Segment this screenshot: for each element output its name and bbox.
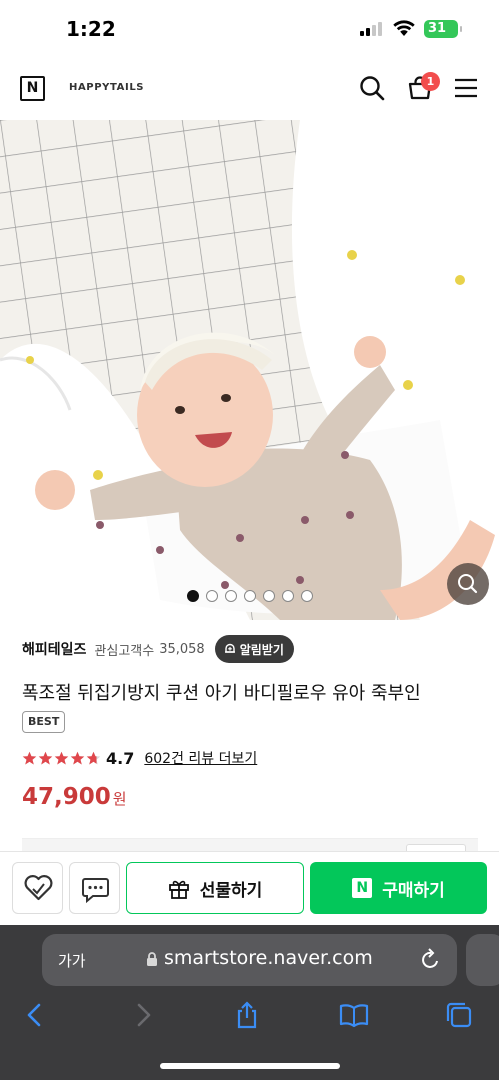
battery-tip [460,26,462,32]
star-icon [54,751,69,764]
rating-value: 4.7 [106,748,135,768]
menu-icon[interactable] [452,74,480,102]
notify-label: 알림받기 [239,642,284,657]
action-bar: 선물하기 N 구매하기 [0,851,499,925]
status-bar: 1:22 31 [0,0,499,60]
naver-logo[interactable]: N [20,76,45,101]
brand-name[interactable]: 해피테일즈 [22,639,86,659]
gift-button[interactable]: 선물하기 [126,862,304,914]
search-icon[interactable] [358,74,386,102]
buy-label: 구매하기 [382,880,445,901]
buy-button[interactable]: N 구매하기 [310,862,487,914]
tabs-icon[interactable] [444,1000,474,1030]
interest-count: 35,058 [159,641,205,657]
talktalk-button[interactable] [69,862,120,914]
naver-pay-logo: N [352,878,373,898]
price: 47,900 [22,784,111,810]
best-badge: BEST [22,711,66,733]
bookmarks-icon[interactable] [339,1000,369,1030]
wifi-icon [393,20,415,36]
chat-icon [82,878,109,904]
star-icon [70,751,85,764]
battery-indicator: 31 [424,20,458,38]
price-unit: 원 [112,790,127,808]
rating-stars [22,751,101,766]
carousel-dot[interactable] [263,590,275,602]
star-icon [38,751,53,764]
gift-icon [168,880,189,899]
rating-row: 4.7 602건 리뷰 더보기 [22,746,257,770]
browser-toolbar: 가가 smartstore.naver.com [0,925,499,1080]
address-bar[interactable]: 가가 smartstore.naver.com [42,934,457,986]
brand-row: 해피테일즈 관심고객수 35,058 알림받기 [22,634,294,664]
product-title: 폭조절 뒤집기방지 쿠션 아기 바디필로우 유아 죽부인 [22,683,421,704]
status-time: 1:22 [66,17,116,41]
next-tab-preview[interactable] [466,934,499,986]
carousel-dot[interactable] [244,590,256,602]
carousel-dot[interactable] [225,590,237,602]
notify-button[interactable]: 알림받기 [214,635,294,663]
heart-check-icon [24,875,53,901]
wishlist-button[interactable] [12,862,63,914]
baby-photo-illustration [0,120,499,620]
reload-icon[interactable] [420,947,442,971]
carousel-dot[interactable] [282,590,294,602]
home-indicator [160,1063,340,1069]
carousel-dots[interactable] [187,590,313,602]
forward-icon[interactable] [128,1000,158,1030]
carousel-dot[interactable] [187,590,199,602]
star-icon [86,751,101,764]
product-image[interactable] [0,120,499,620]
cart-count-badge: 1 [421,72,440,91]
battery-level: 31 [428,21,447,36]
carousel-dot[interactable] [301,590,313,602]
bell-plus-icon [224,643,235,653]
store-name[interactable]: HAPPYTAILS [69,82,144,93]
zoom-icon[interactable] [447,563,489,605]
star-icon [22,751,37,764]
price-row: 47,900 원 [22,784,127,816]
share-icon[interactable] [232,1000,262,1030]
gift-label: 선물하기 [199,880,263,901]
cellular-signal-icon [360,22,384,36]
carousel-dot[interactable] [206,590,218,602]
back-icon[interactable] [20,1000,50,1030]
url-text[interactable]: smartstore.naver.com [164,947,373,969]
lock-icon [147,952,157,966]
store-header: N HAPPYTAILS 1 [0,60,499,118]
text-size-button[interactable]: 가가 [58,950,86,971]
review-link[interactable]: 602건 리뷰 더보기 [144,748,257,768]
interest-label: 관심고객수 [94,643,155,659]
